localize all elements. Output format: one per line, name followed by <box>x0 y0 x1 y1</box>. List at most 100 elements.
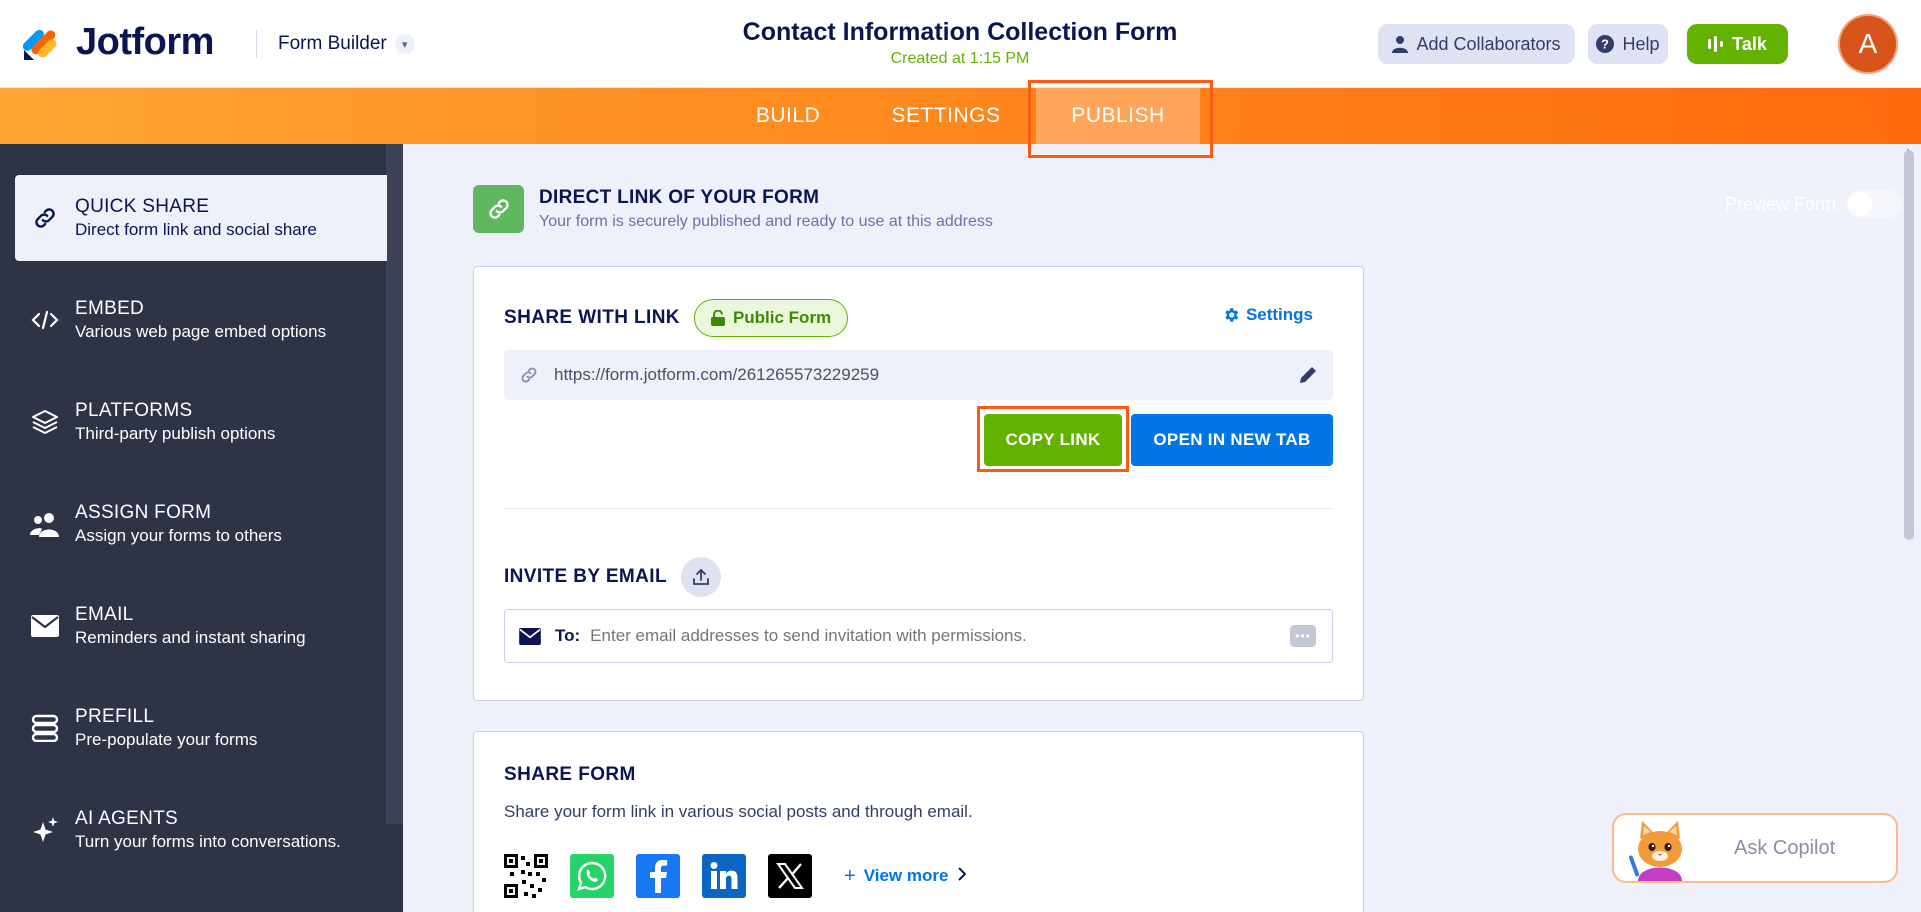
sparkle-icon <box>15 816 75 844</box>
facebook-icon[interactable] <box>636 854 680 898</box>
help-label: Help <box>1622 33 1660 54</box>
main-scrollbar-thumb[interactable] <box>1904 150 1914 540</box>
direct-link-header: DIRECT LINK OF YOUR FORM Your form is se… <box>473 185 993 233</box>
envelope-icon <box>505 627 555 645</box>
sidebar-item-email[interactable]: EMAIL Reminders and instant sharing <box>15 583 387 669</box>
layers-icon <box>15 408 75 436</box>
form-url-field[interactable]: https://form.jotform.com/261265573229259 <box>504 350 1333 400</box>
top-header: Jotform Form Builder ▾ Contact Informati… <box>0 0 1921 88</box>
share-form-desc: Share your form link in various social p… <box>504 802 973 821</box>
x-icon[interactable] <box>768 854 812 898</box>
unlock-icon <box>710 310 725 326</box>
tab-settings[interactable]: SETTINGS <box>880 88 1012 144</box>
audio-bars-icon <box>1708 36 1724 52</box>
link-settings-button[interactable]: Settings <box>1222 305 1313 325</box>
preview-form-label: Preview Form <box>1725 193 1837 214</box>
sidebar-item-title: EMBED <box>75 298 145 319</box>
toggle-knob <box>1848 192 1873 216</box>
form-builder-label: Form Builder <box>278 33 387 54</box>
plus-icon: + <box>844 864 856 887</box>
email-recipients-input[interactable] <box>590 626 1290 646</box>
talk-label: Talk <box>1732 33 1767 54</box>
database-icon <box>15 714 75 742</box>
form-builder-dropdown[interactable]: Form Builder ▾ <box>278 30 415 58</box>
sidebar-item-title: ASSIGN FORM <box>75 502 212 523</box>
direct-link-title: DIRECT LINK OF YOUR FORM <box>539 187 820 208</box>
sidebar-item-quick-share[interactable]: QUICK SHARE Direct form link and social … <box>15 175 387 261</box>
sidebar-item-title: PLATFORMS <box>75 400 193 421</box>
add-collaborators-label: Add Collaborators <box>1416 33 1561 54</box>
sidebar-item-title: PREFILL <box>75 706 155 727</box>
sidebar-item-desc: Turn your forms into conversations. <box>75 832 341 851</box>
ask-copilot-button[interactable]: Ask Copilot <box>1612 813 1898 883</box>
code-icon <box>15 310 75 330</box>
sidebar-item-assign-form[interactable]: ASSIGN FORM Assign your forms to others <box>15 481 387 567</box>
form-url-text: https://form.jotform.com/261265573229259 <box>554 365 880 384</box>
view-more-label: View more <box>863 866 949 885</box>
question-icon: ? <box>1596 35 1615 53</box>
sidebar-scrollbar[interactable] <box>386 144 403 824</box>
open-in-new-tab-button[interactable]: OPEN IN NEW TAB <box>1131 414 1333 466</box>
user-icon <box>1392 35 1409 53</box>
form-title[interactable]: Contact Information Collection Form <box>660 18 1260 47</box>
qr-code-icon[interactable] <box>504 854 548 898</box>
view-more-link[interactable]: + View more <box>844 864 967 888</box>
talk-button[interactable]: Talk <box>1687 24 1788 64</box>
envelope-icon <box>15 615 75 637</box>
copilot-cat-mascot-icon <box>1624 817 1696 883</box>
linkedin-icon[interactable] <box>702 854 746 898</box>
sidebar-item-desc: Reminders and instant sharing <box>75 628 306 647</box>
builder-tab-bar: BUILD SETTINGS PUBLISH Preview Form <box>0 88 1921 218</box>
link-icon <box>504 365 554 385</box>
link-icon <box>15 205 75 231</box>
settings-link-label: Settings <box>1245 305 1313 324</box>
sidebar-item-title: AI AGENTS <box>75 808 179 829</box>
sidebar-item-ai-agents[interactable]: AI AGENTS Turn your forms into conversat… <box>15 787 387 873</box>
form-created-time: Created at 1:15 PM <box>890 50 1030 67</box>
share-link-card: SHARE WITH LINK Public Form Settings htt… <box>473 266 1364 701</box>
preview-form-toggle[interactable] <box>1846 190 1903 218</box>
sidebar-item-desc: Direct form link and social share <box>75 220 317 239</box>
upload-icon[interactable] <box>680 557 721 597</box>
sidebar-item-title: QUICK SHARE <box>75 196 210 217</box>
sidebar-item-platforms[interactable]: PLATFORMS Third-party publish options <box>15 379 387 465</box>
share-with-link-row: SHARE WITH LINK Public Form <box>504 299 849 337</box>
add-collaborators-button[interactable]: Add Collaborators <box>1378 24 1575 64</box>
users-icon <box>15 511 75 537</box>
invite-by-email-title: INVITE BY EMAIL <box>504 566 667 587</box>
copy-link-button[interactable]: COPY LINK <box>984 414 1122 466</box>
chevron-right-icon <box>958 866 967 886</box>
public-form-label: Public Form <box>732 308 832 327</box>
share-form-title: SHARE FORM <box>504 764 636 785</box>
chevron-down-icon: ▾ <box>394 34 415 54</box>
public-form-badge[interactable]: Public Form <box>693 299 849 337</box>
ask-copilot-label: Ask Copilot <box>1734 836 1836 859</box>
jotform-logo[interactable]: Jotform <box>22 21 214 63</box>
tab-publish[interactable]: PUBLISH <box>1036 88 1200 144</box>
social-share-row: + View more <box>504 854 967 898</box>
header-divider <box>256 30 257 58</box>
user-avatar[interactable]: A <box>1840 16 1896 72</box>
sidebar-item-prefill[interactable]: PREFILL Pre-populate your forms <box>15 685 387 771</box>
more-options-icon[interactable]: ••• <box>1290 625 1316 647</box>
jotform-logo-icon <box>22 22 62 62</box>
to-label: To: <box>555 626 581 645</box>
sidebar-item-desc: Assign your forms to others <box>75 526 282 545</box>
invite-email-field[interactable]: To: ••• <box>504 609 1333 663</box>
share-with-link-title: SHARE WITH LINK <box>504 307 680 328</box>
sidebar-item-desc: Pre-populate your forms <box>75 730 258 749</box>
share-form-card: SHARE FORM Share your form link in vario… <box>473 731 1364 912</box>
sidebar-item-title: EMAIL <box>75 604 134 625</box>
sidebar-item-desc: Various web page embed options <box>75 322 327 341</box>
svg-text:?: ? <box>1602 37 1610 52</box>
gear-icon <box>1222 306 1240 324</box>
direct-link-desc: Your form is securely published and read… <box>539 213 993 230</box>
help-button[interactable]: ? Help <box>1588 24 1668 64</box>
pencil-icon[interactable] <box>1283 365 1333 385</box>
link-icon <box>473 185 524 233</box>
tab-build[interactable]: BUILD <box>738 88 838 144</box>
sidebar-item-embed[interactable]: EMBED Various web page embed options <box>15 277 387 363</box>
preview-form-toggle-group: Preview Form <box>1725 176 1903 232</box>
whatsapp-icon[interactable] <box>570 854 614 898</box>
invite-by-email-row: INVITE BY EMAIL <box>504 557 721 597</box>
